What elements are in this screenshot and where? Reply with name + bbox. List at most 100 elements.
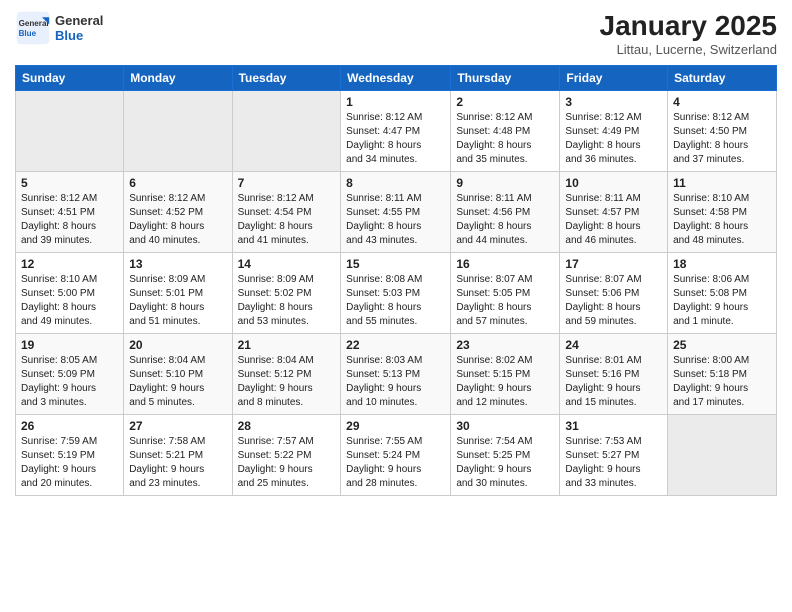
day-info: Sunrise: 8:12 AM Sunset: 4:49 PM Dayligh…: [565, 111, 662, 167]
day-info: Sunrise: 8:00 AM Sunset: 5:18 PM Dayligh…: [673, 354, 771, 410]
calendar-cell: 5 Sunrise: 8:12 AM Sunset: 4:51 PM Daylig…: [16, 172, 124, 253]
calendar-header-monday: Monday: [124, 66, 232, 91]
day-number: 8: [346, 176, 445, 190]
calendar-header-tuesday: Tuesday: [232, 66, 341, 91]
calendar-cell: 30 Sunrise: 7:54 AM Sunset: 5:25 PM Dayli…: [451, 415, 560, 496]
day-number: 17: [565, 257, 662, 271]
day-info: Sunrise: 8:08 AM Sunset: 5:03 PM Dayligh…: [346, 273, 445, 329]
location: Littau, Lucerne, Switzerland: [600, 42, 777, 57]
day-info: Sunrise: 8:11 AM Sunset: 4:57 PM Dayligh…: [565, 192, 662, 248]
calendar-week-0: 1 Sunrise: 8:12 AM Sunset: 4:47 PM Daylig…: [16, 91, 777, 172]
day-number: 18: [673, 257, 771, 271]
day-number: 7: [238, 176, 336, 190]
day-info: Sunrise: 8:12 AM Sunset: 4:54 PM Dayligh…: [238, 192, 336, 248]
calendar-cell: 18 Sunrise: 8:06 AM Sunset: 5:08 PM Dayli…: [668, 253, 777, 334]
day-info: Sunrise: 8:12 AM Sunset: 4:52 PM Dayligh…: [129, 192, 226, 248]
calendar-cell: 26 Sunrise: 7:59 AM Sunset: 5:19 PM Dayli…: [16, 415, 124, 496]
calendar-cell: 27 Sunrise: 7:58 AM Sunset: 5:21 PM Dayli…: [124, 415, 232, 496]
calendar-cell: [16, 91, 124, 172]
calendar-header-friday: Friday: [560, 66, 668, 91]
day-info: Sunrise: 8:07 AM Sunset: 5:05 PM Dayligh…: [456, 273, 554, 329]
logo-icon: General Blue: [15, 10, 51, 46]
calendar-cell: 19Sunrise: 8:05 AM Sunset: 5:09 PM Dayli…: [16, 334, 124, 415]
calendar-cell: 23Sunrise: 8:02 AM Sunset: 5:15 PM Dayli…: [451, 334, 560, 415]
calendar-cell: 3Sunrise: 8:12 AM Sunset: 4:49 PM Daylig…: [560, 91, 668, 172]
calendar-week-4: 26 Sunrise: 7:59 AM Sunset: 5:19 PM Dayli…: [16, 415, 777, 496]
day-number: 11: [673, 176, 771, 190]
calendar-header-row: SundayMondayTuesdayWednesdayThursdayFrid…: [16, 66, 777, 91]
day-number: 26: [21, 419, 118, 433]
calendar-cell: [124, 91, 232, 172]
calendar-cell: 11Sunrise: 8:10 AM Sunset: 4:58 PM Dayli…: [668, 172, 777, 253]
calendar-cell: 22Sunrise: 8:03 AM Sunset: 5:13 PM Dayli…: [341, 334, 451, 415]
calendar-cell: [668, 415, 777, 496]
day-info: Sunrise: 8:09 AM Sunset: 5:02 PM Dayligh…: [238, 273, 336, 329]
calendar-cell: 25 Sunrise: 8:00 AM Sunset: 5:18 PM Dayli…: [668, 334, 777, 415]
svg-text:General: General: [19, 19, 49, 28]
day-number: 1: [346, 95, 445, 109]
day-info: Sunrise: 7:58 AM Sunset: 5:21 PM Dayligh…: [129, 435, 226, 491]
day-number: 25: [673, 338, 771, 352]
day-number: 24: [565, 338, 662, 352]
day-number: 10: [565, 176, 662, 190]
day-number: 15: [346, 257, 445, 271]
day-number: 16: [456, 257, 554, 271]
day-info: Sunrise: 8:02 AM Sunset: 5:15 PM Dayligh…: [456, 354, 554, 410]
day-info: Sunrise: 8:04 AM Sunset: 5:10 PM Dayligh…: [129, 354, 226, 410]
day-info: Sunrise: 7:59 AM Sunset: 5:19 PM Dayligh…: [21, 435, 118, 491]
day-number: 4: [673, 95, 771, 109]
calendar-header-saturday: Saturday: [668, 66, 777, 91]
calendar-cell: 16 Sunrise: 8:07 AM Sunset: 5:05 PM Dayli…: [451, 253, 560, 334]
day-number: 14: [238, 257, 336, 271]
day-number: 13: [129, 257, 226, 271]
day-info: Sunrise: 8:10 AM Sunset: 5:00 PM Dayligh…: [21, 273, 118, 329]
calendar-cell: 12Sunrise: 8:10 AM Sunset: 5:00 PM Dayli…: [16, 253, 124, 334]
day-number: 29: [346, 419, 445, 433]
day-info: Sunrise: 7:57 AM Sunset: 5:22 PM Dayligh…: [238, 435, 336, 491]
day-number: 21: [238, 338, 336, 352]
calendar-header-wednesday: Wednesday: [341, 66, 451, 91]
day-number: 30: [456, 419, 554, 433]
day-info: Sunrise: 8:01 AM Sunset: 5:16 PM Dayligh…: [565, 354, 662, 410]
day-number: 20: [129, 338, 226, 352]
header: General Blue General Blue January 2025 L…: [15, 10, 777, 57]
day-number: 28: [238, 419, 336, 433]
day-info: Sunrise: 8:06 AM Sunset: 5:08 PM Dayligh…: [673, 273, 771, 329]
day-info: Sunrise: 8:07 AM Sunset: 5:06 PM Dayligh…: [565, 273, 662, 329]
calendar-header-thursday: Thursday: [451, 66, 560, 91]
calendar-cell: 1 Sunrise: 8:12 AM Sunset: 4:47 PM Daylig…: [341, 91, 451, 172]
day-info: Sunrise: 7:54 AM Sunset: 5:25 PM Dayligh…: [456, 435, 554, 491]
calendar-cell: 14 Sunrise: 8:09 AM Sunset: 5:02 PM Dayli…: [232, 253, 341, 334]
page: General Blue General Blue January 2025 L…: [0, 0, 792, 612]
calendar-cell: 17 Sunrise: 8:07 AM Sunset: 5:06 PM Dayli…: [560, 253, 668, 334]
calendar-cell: 28 Sunrise: 7:57 AM Sunset: 5:22 PM Dayli…: [232, 415, 341, 496]
calendar-cell: 29Sunrise: 7:55 AM Sunset: 5:24 PM Dayli…: [341, 415, 451, 496]
day-info: Sunrise: 8:11 AM Sunset: 4:55 PM Dayligh…: [346, 192, 445, 248]
calendar-header-sunday: Sunday: [16, 66, 124, 91]
day-info: Sunrise: 8:12 AM Sunset: 4:48 PM Dayligh…: [456, 111, 554, 167]
calendar-week-2: 12Sunrise: 8:10 AM Sunset: 5:00 PM Dayli…: [16, 253, 777, 334]
day-info: Sunrise: 8:12 AM Sunset: 4:47 PM Dayligh…: [346, 111, 445, 167]
calendar-cell: 8 Sunrise: 8:11 AM Sunset: 4:55 PM Daylig…: [341, 172, 451, 253]
calendar-cell: [232, 91, 341, 172]
calendar-cell: 31Sunrise: 7:53 AM Sunset: 5:27 PM Dayli…: [560, 415, 668, 496]
day-number: 27: [129, 419, 226, 433]
day-info: Sunrise: 8:04 AM Sunset: 5:12 PM Dayligh…: [238, 354, 336, 410]
day-number: 2: [456, 95, 554, 109]
calendar: SundayMondayTuesdayWednesdayThursdayFrid…: [15, 65, 777, 496]
logo-blue: Blue: [55, 28, 103, 43]
title-block: January 2025 Littau, Lucerne, Switzerlan…: [600, 10, 777, 57]
calendar-cell: 6Sunrise: 8:12 AM Sunset: 4:52 PM Daylig…: [124, 172, 232, 253]
month-year: January 2025: [600, 10, 777, 42]
day-info: Sunrise: 8:12 AM Sunset: 4:51 PM Dayligh…: [21, 192, 118, 248]
calendar-cell: 13Sunrise: 8:09 AM Sunset: 5:01 PM Dayli…: [124, 253, 232, 334]
calendar-week-1: 5 Sunrise: 8:12 AM Sunset: 4:51 PM Daylig…: [16, 172, 777, 253]
calendar-week-3: 19Sunrise: 8:05 AM Sunset: 5:09 PM Dayli…: [16, 334, 777, 415]
day-number: 5: [21, 176, 118, 190]
day-info: Sunrise: 7:53 AM Sunset: 5:27 PM Dayligh…: [565, 435, 662, 491]
day-number: 22: [346, 338, 445, 352]
calendar-cell: 9Sunrise: 8:11 AM Sunset: 4:56 PM Daylig…: [451, 172, 560, 253]
calendar-cell: 7 Sunrise: 8:12 AM Sunset: 4:54 PM Daylig…: [232, 172, 341, 253]
calendar-cell: 4Sunrise: 8:12 AM Sunset: 4:50 PM Daylig…: [668, 91, 777, 172]
calendar-cell: 10 Sunrise: 8:11 AM Sunset: 4:57 PM Dayli…: [560, 172, 668, 253]
